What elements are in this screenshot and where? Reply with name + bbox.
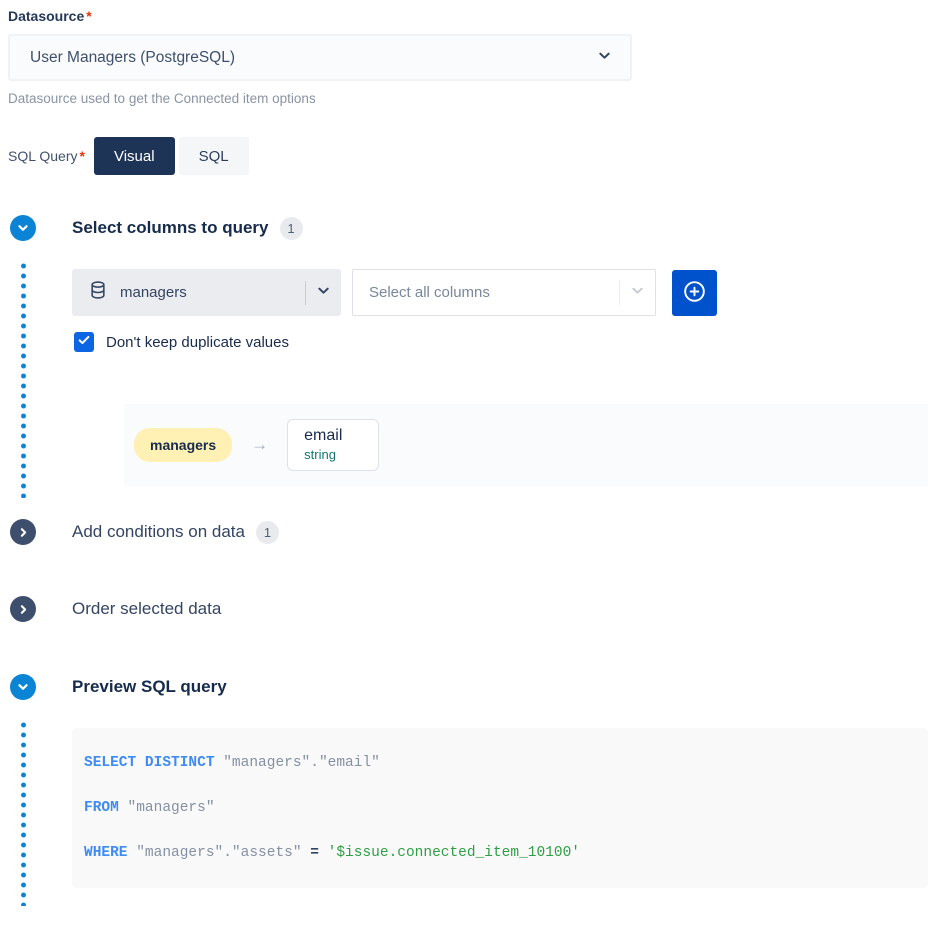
chevron-down-icon [316,283,331,303]
duplicate-values-checkbox[interactable]: Don't keep duplicate values [72,332,928,352]
required-asterisk: * [86,8,91,24]
section-content: Select columns to query 1 managers Selec… [72,215,928,502]
dotted-connector [21,261,26,498]
table-select-value: managers [120,284,305,301]
collapse-toggle-preview-sql[interactable] [10,674,36,700]
database-icon [88,280,108,305]
selected-columns-panel: managers → email string [124,404,928,486]
dotted-connector [21,720,26,906]
section-gutter [0,215,72,502]
add-column-button[interactable] [672,270,717,316]
section-title-select-columns: Select columns to query [72,218,269,238]
sql-preview-code-block: SELECT DISTINCT "managers"."email"FROM "… [72,728,928,888]
collapse-toggle-order-data[interactable] [10,596,36,622]
datasource-label: Datasource* [8,8,928,24]
section-select-columns: Select columns to query 1 managers Selec… [0,215,928,502]
sql-line: FROM "managers" [84,785,928,830]
sql-query-label: SQL Query* [8,148,85,164]
table-chip[interactable]: managers [134,428,232,462]
arrow-right-icon: → [251,435,268,455]
chevron-down-icon [597,48,612,68]
column-query-row: managers Select all columns [72,269,928,316]
divider [619,281,620,305]
section-gutter [0,519,72,545]
section-title-order-data: Order selected data [72,599,221,619]
section-order-data: Order selected data [0,596,928,622]
sql-line: WHERE "managers"."assets" = '$issue.conn… [84,830,928,875]
column-name: email [304,427,362,445]
column-type: string [304,447,362,462]
collapse-toggle-add-conditions[interactable] [10,519,36,545]
sql-code-lines: SELECT DISTINCT "managers"."email"FROM "… [84,740,928,875]
tab-visual[interactable]: Visual [94,137,175,175]
plus-circle-icon [681,278,708,308]
count-badge: 1 [256,521,279,544]
table-select[interactable]: managers [72,269,341,316]
datasource-help-text: Datasource used to get the Connected ite… [8,91,928,106]
column-card[interactable]: email string [287,419,379,471]
sql-query-tabs: SQL Query* Visual SQL [8,137,928,175]
columns-select[interactable]: Select all columns [352,269,656,316]
columns-select-placeholder: Select all columns [369,284,619,301]
section-title-add-conditions: Add conditions on data [72,522,245,542]
section-gutter [0,674,72,910]
section-preview-sql: Preview SQL query SELECT DISTINCT "manag… [0,674,928,910]
chevron-down-icon [630,283,645,303]
datasource-select-value: User Managers (PostgreSQL) [30,49,597,67]
top-fields: Datasource* User Managers (PostgreSQL) D… [0,0,928,175]
section-add-conditions: Add conditions on data 1 [0,519,928,545]
datasource-select[interactable]: User Managers (PostgreSQL) [8,34,632,81]
collapse-toggle-select-columns[interactable] [10,215,36,241]
required-asterisk: * [80,148,85,164]
checkbox-label: Don't keep duplicate values [106,334,289,351]
tab-sql[interactable]: SQL [179,137,249,175]
datasource-config-form: Datasource* User Managers (PostgreSQL) D… [0,0,928,910]
checkbox-checked [74,332,94,352]
sql-line: SELECT DISTINCT "managers"."email" [84,740,928,785]
section-gutter [0,596,72,622]
datasource-label-text: Datasource [8,8,84,24]
checkmark-icon [77,333,91,352]
count-badge: 1 [280,217,303,240]
divider [305,281,306,305]
section-title-preview-sql: Preview SQL query [72,677,227,697]
